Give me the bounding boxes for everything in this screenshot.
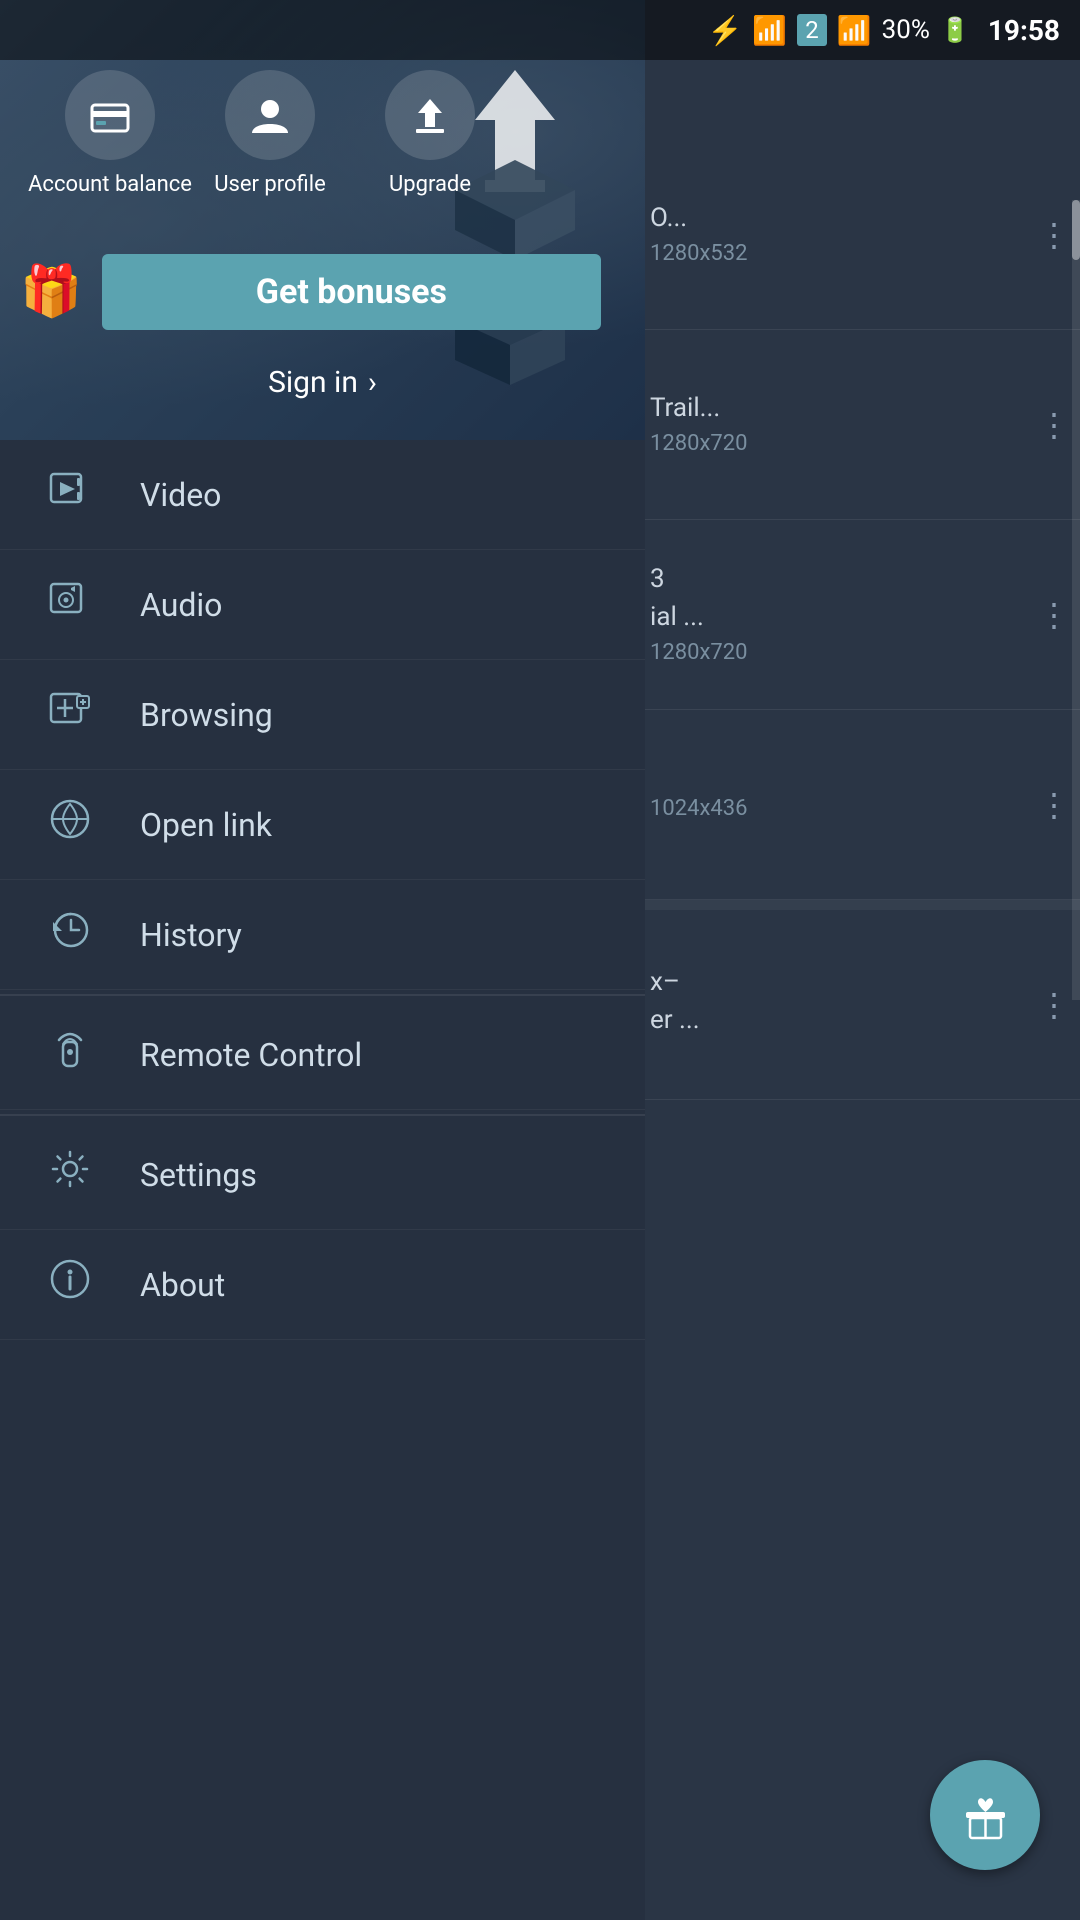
- account-balance-button[interactable]: Account balance: [30, 70, 190, 197]
- item-title: x–: [650, 967, 1070, 997]
- audio-icon: [40, 578, 100, 631]
- bonuses-row: 🎁 Get bonuses: [20, 254, 601, 330]
- sign-in-arrow-icon: ›: [368, 365, 377, 400]
- navigation-drawer: Account balance User profile: [0, 0, 645, 1920]
- item-title: O...: [650, 203, 1070, 233]
- item-more-icon[interactable]: ⋮: [1038, 599, 1070, 631]
- item-more-icon[interactable]: ⋮: [1038, 219, 1070, 251]
- item-resolution: 1280x720: [650, 640, 1070, 665]
- video-icon: [40, 468, 100, 521]
- menu-item-history[interactable]: History: [0, 880, 645, 990]
- list-item[interactable]: Trail... 1280x720 ⋮: [640, 330, 1080, 520]
- menu-divider-2: [0, 1114, 645, 1116]
- fab-gift-button[interactable]: [930, 1760, 1040, 1870]
- menu-item-open-link[interactable]: Open link: [0, 770, 645, 880]
- get-bonuses-button[interactable]: Get bonuses: [102, 254, 600, 330]
- open-link-icon: [40, 798, 100, 851]
- header-action-icons: Account balance User profile: [0, 70, 645, 197]
- browsing-icon: [40, 688, 100, 741]
- item-more-icon[interactable]: ⋮: [1038, 789, 1070, 821]
- user-profile-label: User profile: [214, 172, 326, 197]
- scrollbar-thumb[interactable]: [1072, 200, 1080, 260]
- sign-in-label: Sign in: [268, 365, 358, 400]
- menu-item-browsing[interactable]: Browsing: [0, 660, 645, 770]
- status-bar: ⚡ 📶 2 📶 30% 🔋 19:58: [0, 0, 1080, 60]
- wifi-icon: 📶: [752, 14, 787, 47]
- item-title: 3: [650, 564, 1070, 594]
- history-label: History: [140, 916, 242, 954]
- item-resolution: 1280x532: [650, 241, 1070, 266]
- charging-icon: 🔋: [940, 16, 970, 44]
- menu-item-about[interactable]: About: [0, 1230, 645, 1340]
- list-item[interactable]: x– er ... ⋮: [640, 910, 1080, 1100]
- item-resolution: 1280x720: [650, 431, 1070, 456]
- browsing-label: Browsing: [140, 696, 273, 734]
- menu-item-video[interactable]: Video: [0, 440, 645, 550]
- list-item[interactable]: O... 1280x532 ⋮: [640, 140, 1080, 330]
- item-resolution: 1024x436: [650, 796, 1070, 821]
- settings-label: Settings: [140, 1156, 257, 1194]
- user-profile-button[interactable]: User profile: [190, 70, 350, 197]
- video-label: Video: [140, 476, 221, 514]
- account-balance-label: Account balance: [28, 172, 192, 197]
- time-display: 19:58: [988, 14, 1060, 47]
- menu-item-remote-control[interactable]: Remote Control: [0, 1000, 645, 1110]
- about-label: About: [140, 1266, 225, 1304]
- item-title2: ial ...: [650, 602, 1070, 632]
- signal-icon: 📶: [837, 14, 872, 47]
- open-link-label: Open link: [140, 806, 272, 844]
- video-list: O... 1280x532 ⋮ Trail... 1280x720 ⋮ 3 ia…: [640, 60, 1080, 1920]
- account-balance-icon: [65, 70, 155, 160]
- remote-control-label: Remote Control: [140, 1036, 362, 1074]
- upgrade-button[interactable]: Upgrade: [350, 70, 510, 197]
- upgrade-label: Upgrade: [389, 172, 471, 197]
- status-icons: ⚡ 📶 2 📶 30% 🔋 19:58: [708, 14, 1060, 47]
- item-title2: er ...: [650, 1005, 1070, 1035]
- menu-item-audio[interactable]: Audio: [0, 550, 645, 660]
- item-title: Trail...: [650, 393, 1070, 423]
- menu-divider-1: [0, 994, 645, 996]
- item-more-icon[interactable]: ⋮: [1038, 989, 1070, 1021]
- bluetooth-icon: ⚡: [708, 14, 743, 47]
- list-item[interactable]: 1024x436 ⋮: [640, 710, 1080, 900]
- remote-control-icon: [40, 1028, 100, 1081]
- upgrade-icon: [385, 70, 475, 160]
- scrollbar-track[interactable]: [1072, 200, 1080, 1000]
- item-more-icon[interactable]: ⋮: [1038, 409, 1070, 441]
- about-icon: [40, 1258, 100, 1311]
- history-icon: [40, 908, 100, 961]
- gift-icon: 🎁: [20, 263, 82, 321]
- drawer-menu: Video Audio: [0, 440, 645, 1920]
- sign-in-row[interactable]: Sign in ›: [0, 365, 645, 400]
- menu-item-settings[interactable]: Settings: [0, 1120, 645, 1230]
- battery-text: 30%: [882, 15, 930, 45]
- sim-badge: 2: [797, 14, 827, 46]
- drawer-header: Account balance User profile: [0, 0, 645, 440]
- list-item[interactable]: 3 ial ... 1280x720 ⋮: [640, 520, 1080, 710]
- audio-label: Audio: [140, 586, 222, 624]
- user-profile-icon: [225, 70, 315, 160]
- settings-icon: [40, 1148, 100, 1201]
